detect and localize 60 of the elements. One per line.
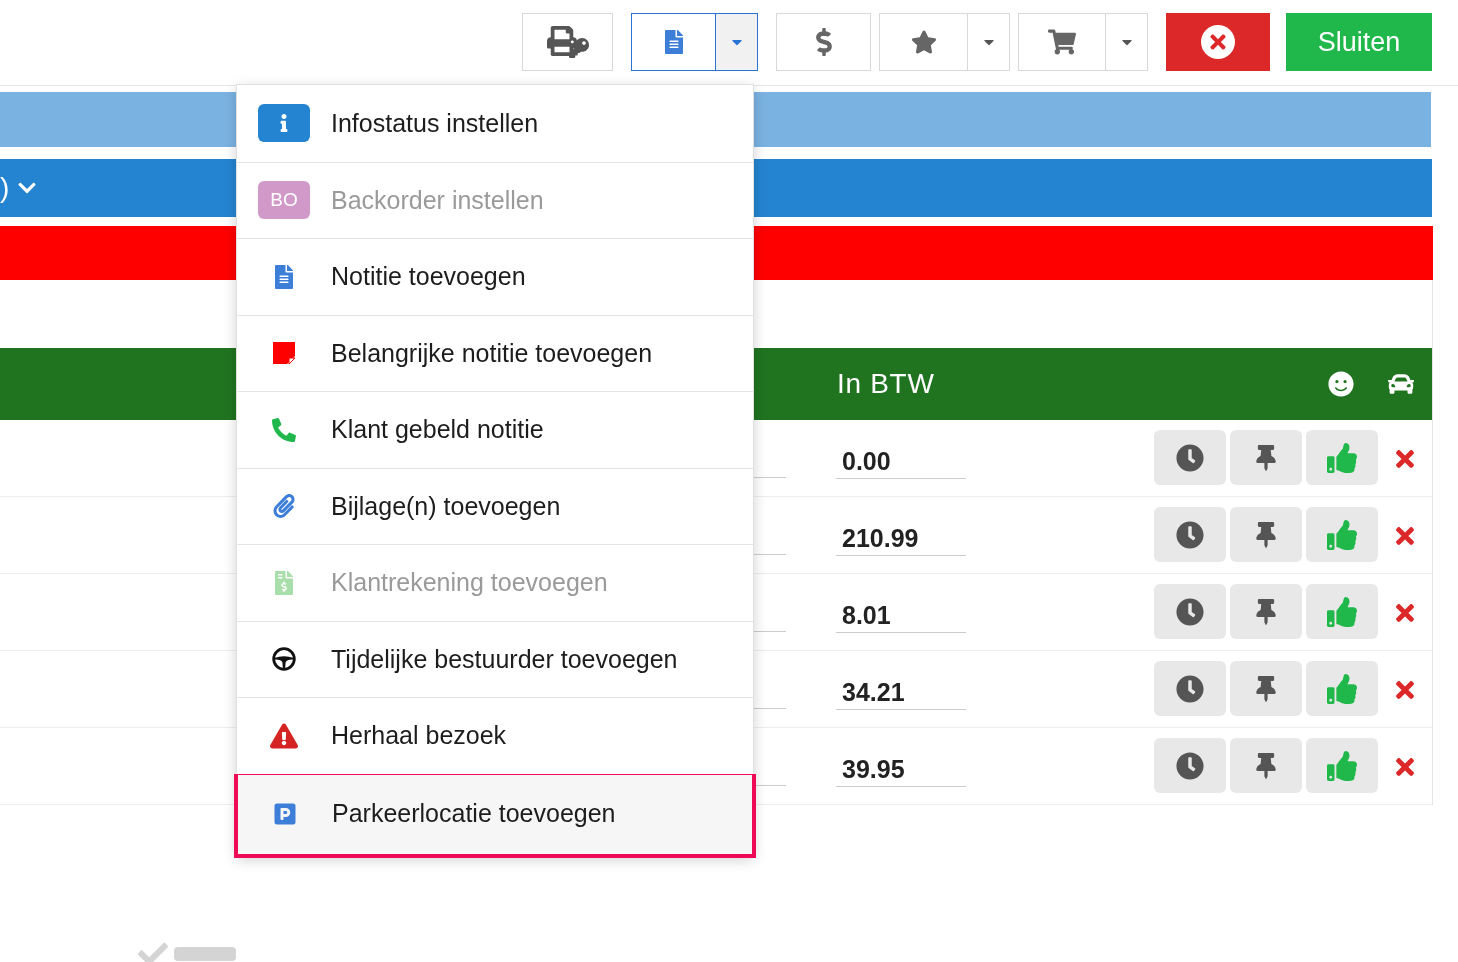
car-icon	[1388, 371, 1414, 397]
pin-icon	[1253, 598, 1279, 625]
sticky-note-icon	[272, 341, 296, 366]
cancel-button[interactable]	[1166, 13, 1270, 71]
cart-icon	[1048, 28, 1076, 56]
clock-button[interactable]	[1154, 430, 1226, 485]
smiley-icon	[1328, 371, 1354, 397]
parking-icon	[273, 802, 297, 826]
pin-button[interactable]	[1230, 661, 1302, 716]
phone-icon	[272, 417, 296, 442]
menu-item[interactable]: Klant gebeld notitie	[237, 391, 753, 468]
star-icon	[910, 29, 937, 55]
pin-icon	[1253, 675, 1279, 702]
dropdown-toggle[interactable]	[715, 14, 757, 70]
pin-icon	[1253, 521, 1279, 548]
thumbs-up-icon	[1327, 442, 1357, 473]
amount-field[interactable]: 34.21	[836, 674, 966, 710]
amount-field[interactable]: 210.99	[836, 520, 966, 556]
amount-field[interactable]: 39.95	[836, 751, 966, 787]
thumbs-up-icon	[1327, 673, 1357, 704]
pin-icon	[1253, 444, 1279, 471]
band-text: )	[0, 171, 10, 205]
printer-key-icon	[546, 26, 589, 58]
column-header: In BTW	[837, 367, 935, 401]
thumbs-up-icon	[1327, 519, 1357, 550]
menu-item[interactable]: Parkeerlocatie toevoegen	[234, 773, 756, 858]
clock-button[interactable]	[1154, 584, 1226, 639]
close-icon	[1201, 25, 1235, 59]
amount-field[interactable]: 0.00	[836, 443, 966, 479]
backorder-badge: BO	[258, 181, 310, 220]
clock-icon	[1176, 674, 1204, 703]
paperclip-icon	[272, 494, 296, 519]
pin-button[interactable]	[1230, 738, 1302, 793]
thumbs-up-icon	[1327, 596, 1357, 627]
warning-icon	[270, 721, 298, 750]
invoice-icon	[272, 570, 296, 595]
amount-field[interactable]: 8.01	[836, 597, 966, 633]
pin-icon	[1253, 752, 1279, 779]
placeholder-bar	[174, 947, 236, 961]
clock-icon	[1176, 443, 1204, 472]
clock-icon	[1176, 520, 1204, 549]
clock-button[interactable]	[1154, 507, 1226, 562]
info-icon	[258, 104, 310, 143]
clock-icon	[1176, 597, 1204, 626]
menu-item[interactable]: Infostatus instellen	[237, 85, 753, 162]
steering-wheel-icon	[271, 646, 297, 673]
clock-icon	[1176, 751, 1204, 780]
pin-button[interactable]	[1230, 584, 1302, 639]
menu-item[interactable]: Belangrijke notitie toevoegen	[237, 314, 753, 391]
document-icon	[272, 264, 296, 289]
menu-item[interactable]: Notitie toevoegen	[237, 238, 753, 315]
pin-button[interactable]	[1230, 507, 1302, 562]
menu-item[interactable]: Bijlage(n) toevoegen	[237, 467, 753, 544]
thumbs-up-icon	[1327, 750, 1357, 781]
menu-item[interactable]: Tijdelijke bestuurder toevoegen	[237, 620, 753, 697]
toolbar-button[interactable]	[631, 13, 758, 71]
menu-item[interactable]: Herhaal bezoek	[237, 697, 753, 774]
pin-button[interactable]	[1230, 430, 1302, 485]
clock-button[interactable]	[1154, 661, 1226, 716]
clock-button[interactable]	[1154, 738, 1226, 793]
